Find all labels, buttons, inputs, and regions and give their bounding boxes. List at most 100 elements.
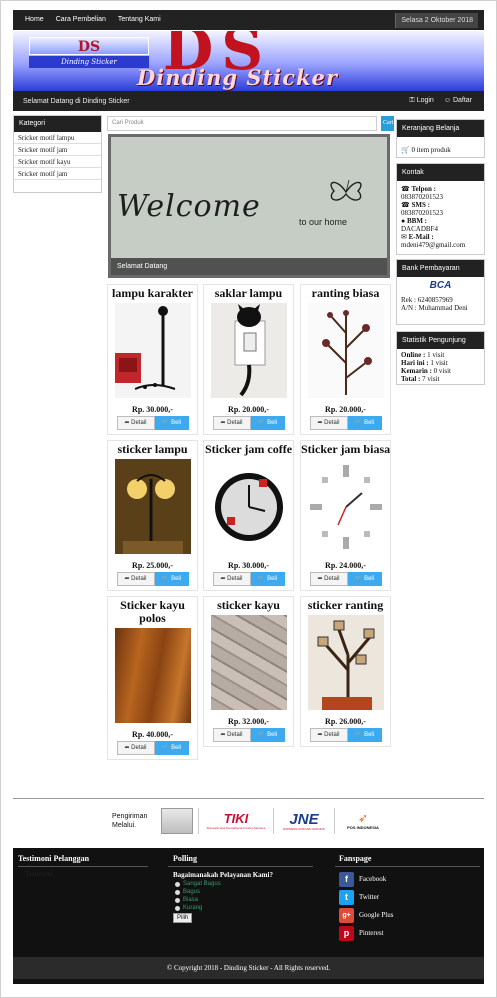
social-label: Google Plus xyxy=(359,911,394,919)
product-title[interactable]: ranting biasa xyxy=(301,287,390,300)
buy-button[interactable]: 🛒 Beli xyxy=(250,572,285,586)
product-card: Sticker jam biasa Rp. 24.000,- ➦ Detail … xyxy=(300,440,391,591)
detail-label: Detail xyxy=(227,732,243,738)
detail-button[interactable]: ➦ Detail xyxy=(116,416,155,430)
sms-value: 083870201523 xyxy=(401,209,443,217)
cart-count[interactable]: 0 item produk xyxy=(411,146,450,154)
social-google-plus[interactable]: g+ Google Plus xyxy=(339,906,393,924)
product-image[interactable] xyxy=(210,615,287,710)
branch-image xyxy=(321,310,372,395)
product-price: Rp. 26.000,- xyxy=(325,717,366,726)
detail-button[interactable]: ➦ Detail xyxy=(309,416,348,430)
product-price: Rp. 25.000,- xyxy=(132,561,173,570)
copyright: © Copyright 2018 - Dinding Sticker - All… xyxy=(13,957,484,979)
product-card: ranting biasa Rp. 20.000,- ➦ Detail 🛒 Be… xyxy=(300,284,391,435)
poll-option[interactable]: Sangat Bagus xyxy=(175,880,273,888)
product-title[interactable]: Sticker jam coffe xyxy=(204,443,293,456)
category-item[interactable]: Sricker motif jam xyxy=(14,144,101,156)
buy-label: Beli xyxy=(171,420,182,426)
product-title[interactable]: sticker lampu xyxy=(108,443,197,456)
radio-icon[interactable] xyxy=(175,889,180,895)
email-value[interactable]: mdeni479@gmail.com xyxy=(401,241,480,249)
radio-icon[interactable] xyxy=(175,897,180,903)
social-twitter[interactable]: t Twitter xyxy=(339,888,393,906)
detail-button[interactable]: ➦ Detail xyxy=(309,728,348,742)
category-item[interactable]: Sricker motif kayu xyxy=(14,156,101,168)
buy-label: Beli xyxy=(364,732,375,738)
register-link[interactable]: ☺ Daftar xyxy=(444,91,472,111)
detail-button[interactable]: ➦ Detail xyxy=(212,728,251,742)
register-label: Daftar xyxy=(452,97,472,104)
social-facebook[interactable]: f Facebook xyxy=(339,870,393,888)
radio-icon[interactable] xyxy=(175,881,180,887)
nav-cara-pembelian[interactable]: Cara Pembelian xyxy=(50,10,112,30)
product-image[interactable] xyxy=(210,303,287,398)
nav-home[interactable]: Home xyxy=(13,10,50,30)
product-image[interactable] xyxy=(210,459,287,554)
social-pinterest[interactable]: p Pinterest xyxy=(339,924,393,942)
product-title[interactable]: sticker ranting xyxy=(301,599,390,612)
poll-option-label: Bagus xyxy=(183,889,201,895)
buy-button[interactable]: 🛒 Beli xyxy=(250,728,285,742)
product-image[interactable] xyxy=(307,615,384,710)
product-card: Sticker kayu polos Rp. 40.000,- ➦ Detail… xyxy=(107,596,198,760)
nav-tentang-kami[interactable]: Tentang Kami xyxy=(112,10,167,30)
detail-button[interactable]: ➦ Detail xyxy=(116,572,155,586)
polling-question: Bagaimanakah Pelayanan Kami? xyxy=(173,871,273,879)
poll-submit-button[interactable]: Pilih xyxy=(173,913,193,923)
stats-yesterday: 0 visit xyxy=(433,367,451,375)
radio-icon[interactable] xyxy=(175,905,180,911)
detail-button[interactable]: ➦ Detail xyxy=(309,572,348,586)
category-item[interactable]: Sricker motif lampu xyxy=(14,132,101,144)
detail-label: Detail xyxy=(324,732,340,738)
buy-button[interactable]: 🛒 Beli xyxy=(347,728,382,742)
detail-button[interactable]: ➦ Detail xyxy=(116,741,155,755)
detail-button[interactable]: ➦ Detail xyxy=(212,572,251,586)
buy-label: Beli xyxy=(171,576,182,582)
testimoni-title: Testimoni Pelanggan xyxy=(18,854,90,863)
telpon-value: 083870201523 xyxy=(401,193,443,201)
login-link[interactable]: ⚿ Login xyxy=(409,91,433,111)
product-title[interactable]: lampu karakter xyxy=(108,287,197,300)
product-image[interactable] xyxy=(114,459,191,554)
stats-yesterday-label: Kemarin : xyxy=(401,367,432,375)
sms-icon: ☎ xyxy=(401,201,410,209)
product-title[interactable]: Sticker kayu polos xyxy=(108,599,197,625)
category-item[interactable]: Sricker motif jam xyxy=(14,168,101,180)
product-image[interactable] xyxy=(307,303,384,398)
product-title[interactable]: Sticker jam biasa xyxy=(301,443,390,456)
buy-label: Beli xyxy=(364,576,375,582)
poll-option-label: Kurang xyxy=(183,905,203,911)
product-image[interactable] xyxy=(114,303,191,398)
social-label: Pinterest xyxy=(359,929,384,937)
buy-button[interactable]: 🛒 Beli xyxy=(154,416,189,430)
cart-icon: 🛒 xyxy=(401,146,410,154)
testimoni-item[interactable]: Testimoni xyxy=(25,870,53,878)
buy-button[interactable]: 🛒 Beli xyxy=(347,416,382,430)
polling-title: Polling xyxy=(173,854,198,863)
product-title[interactable]: sticker kayu xyxy=(204,599,293,612)
stats-title: Statistik Pengunjung xyxy=(397,332,484,349)
search-button[interactable]: Cari xyxy=(381,116,394,131)
buy-button[interactable]: 🛒 Beli xyxy=(154,572,189,586)
contact-title: Kontak xyxy=(397,164,484,181)
jne-name: JNE xyxy=(289,810,319,828)
product-price: Rp. 20.000,- xyxy=(228,405,269,414)
login-label: Login xyxy=(416,97,434,104)
buy-button[interactable]: 🛒 Beli xyxy=(154,741,189,755)
bank-panel: Bank Pembayaran BCA Rek : 6240857969 A/N… xyxy=(396,259,485,325)
poll-option[interactable]: Bagus xyxy=(175,888,273,896)
detail-button[interactable]: ➦ Detail xyxy=(212,416,251,430)
poll-option[interactable]: Biasa xyxy=(175,896,273,904)
hero-slider[interactable]: Welcome to our home Selamat Datang xyxy=(108,134,390,278)
polling-form: Bagaimanakah Pelayanan Kami? Sangat Bagu… xyxy=(173,871,273,923)
product-image[interactable] xyxy=(307,459,384,554)
site-banner[interactable]: DS Dinding Sticker DS Dinding Sticker xyxy=(13,31,484,91)
search-input[interactable]: Cari Produk xyxy=(107,116,377,131)
poll-option[interactable]: Kurang xyxy=(175,904,273,912)
buy-button[interactable]: 🛒 Beli xyxy=(250,416,285,430)
buy-button[interactable]: 🛒 Beli xyxy=(347,572,382,586)
product-title[interactable]: saklar lampu xyxy=(204,287,293,300)
product-image[interactable] xyxy=(114,628,191,723)
butterfly-icon xyxy=(330,179,362,201)
